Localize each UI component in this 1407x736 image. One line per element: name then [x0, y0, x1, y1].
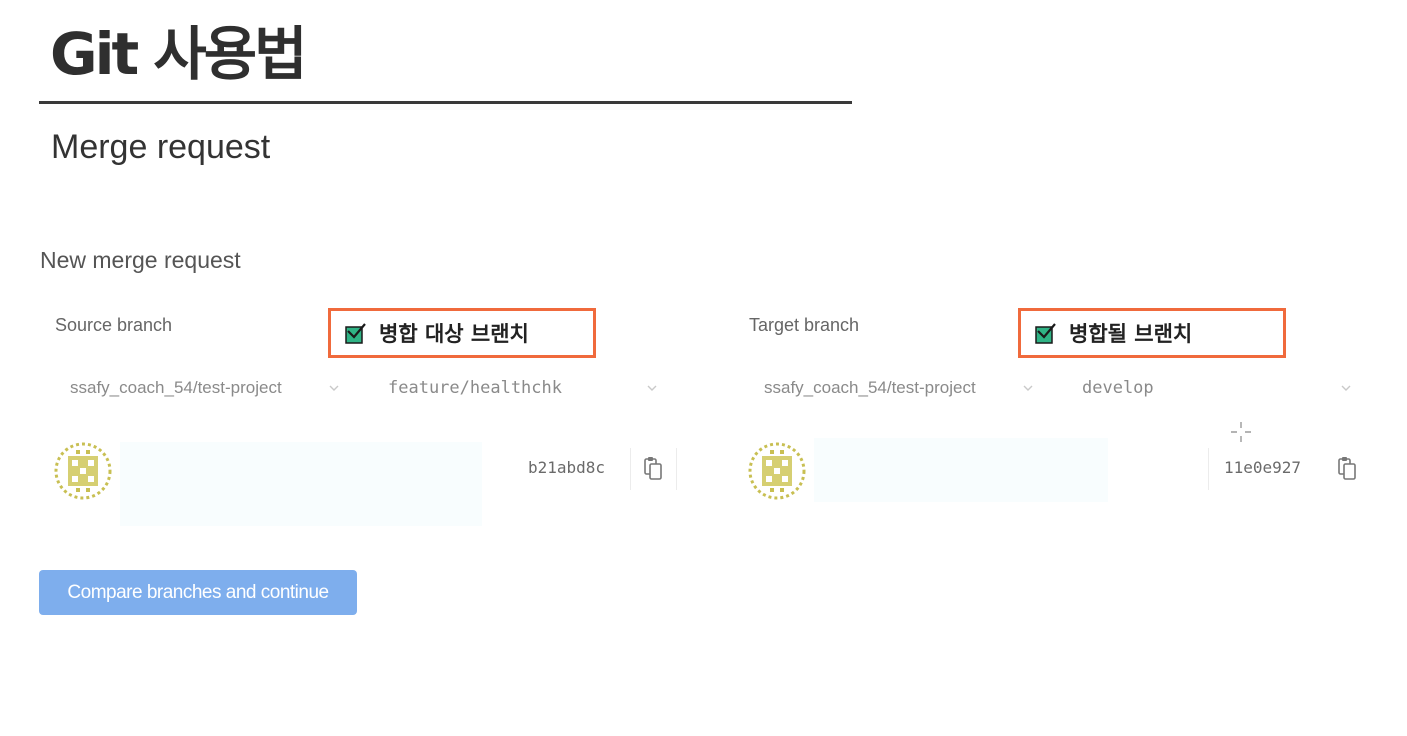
clipboard-copy-icon[interactable] [642, 455, 664, 481]
divider [676, 448, 677, 490]
target-project-value: ssafy_coach_54/test-project [764, 378, 976, 397]
target-branch-callout: 병합될 브랜치 [1018, 308, 1286, 358]
source-callout-text: 병합 대상 브랜치 [379, 322, 529, 346]
target-callout-text: 병합될 브랜치 [1069, 322, 1193, 346]
source-branch-callout: 병합 대상 브랜치 [328, 308, 596, 358]
target-branch-select[interactable]: develop [1082, 372, 1352, 404]
slide: Git 사용법 Merge request New merge request … [0, 0, 1407, 736]
source-project-value: ssafy_coach_54/test-project [70, 378, 282, 397]
target-branch-value: develop [1082, 378, 1154, 398]
source-project-select[interactable]: ssafy_coach_54/test-project [70, 372, 340, 404]
source-commit-info [120, 442, 482, 526]
chevron-down-icon [329, 385, 339, 391]
target-project-select[interactable]: ssafy_coach_54/test-project [764, 372, 1034, 404]
target-branch-label: Target branch [749, 315, 860, 335]
chevron-down-icon [647, 385, 657, 391]
chevron-down-icon [1341, 385, 1351, 391]
target-commit-info [814, 438, 1108, 502]
new-merge-request-heading: New merge request [40, 247, 241, 273]
divider [1208, 448, 1209, 490]
crosshair-cursor-icon [1231, 422, 1251, 442]
source-commit-sha: b21abd8c [528, 458, 606, 477]
slide-subtitle: Merge request [51, 128, 271, 166]
chevron-down-icon [1023, 385, 1033, 391]
source-branch-label: Source branch [55, 315, 173, 335]
slide-title: Git 사용법 [50, 20, 307, 88]
compare-branches-button[interactable]: Compare branches and continue [39, 570, 357, 615]
checkbox-icon [1035, 323, 1056, 344]
checkbox-icon [345, 323, 366, 344]
source-branch-value: feature/healthchk [388, 378, 562, 398]
source-branch-select[interactable]: feature/healthchk [388, 372, 658, 404]
target-commit-sha: 11e0e927 [1224, 458, 1302, 477]
divider [630, 448, 631, 490]
clipboard-copy-icon[interactable] [1336, 455, 1358, 481]
title-divider [39, 101, 852, 104]
target-author-avatar [748, 442, 806, 500]
source-author-avatar [54, 442, 112, 500]
